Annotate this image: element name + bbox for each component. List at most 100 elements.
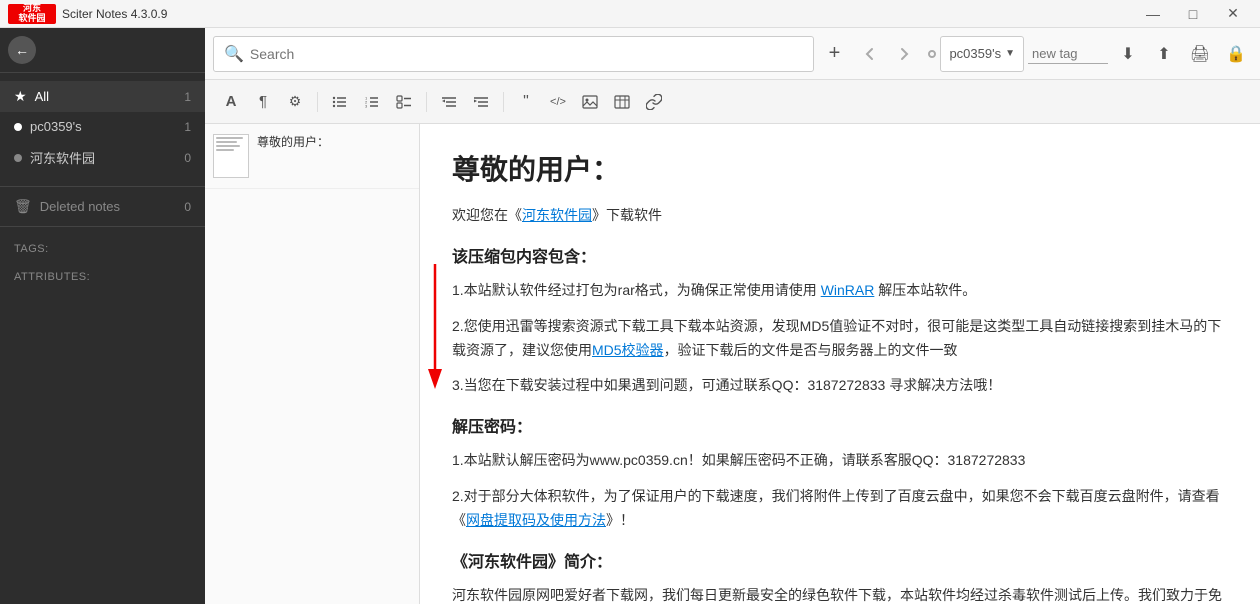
notebook-selector-label: pc0359's	[949, 46, 1001, 61]
notes-list-panel: 尊敬的用户：	[205, 124, 420, 604]
gear-icon: ⚙	[289, 93, 302, 110]
back-button[interactable]: ←	[8, 36, 36, 64]
lock-button[interactable]: 🔒	[1220, 38, 1252, 70]
indent-left-button[interactable]	[435, 88, 463, 116]
nav-forward-icon	[896, 46, 912, 62]
unordered-list-button[interactable]	[326, 88, 354, 116]
dot-white-icon	[14, 123, 22, 131]
nav-buttons	[854, 38, 920, 70]
toolbar-sep-2	[426, 92, 427, 112]
sidebar-header: ←	[0, 28, 205, 73]
hedong-link-1[interactable]: 河东软件园	[522, 207, 592, 223]
sidebar-item-all-left: ★ All	[14, 88, 49, 105]
note-title: 尊敬的用户：	[257, 134, 329, 151]
note-thumbnail	[213, 134, 249, 178]
sidebar-item-pc0359s[interactable]: pc0359's 1	[0, 112, 205, 141]
red-arrow-annotation	[420, 254, 450, 394]
sync-indicator	[928, 50, 936, 58]
section3-title: 《河东软件园》简介：	[452, 549, 1228, 576]
add-note-button[interactable]: +	[818, 38, 850, 70]
attributes-label: Attributes:	[0, 259, 205, 287]
todo-icon	[396, 94, 412, 110]
tags-label: Tags:	[0, 231, 205, 259]
notebook-selector[interactable]: pc0359's ▼	[940, 36, 1024, 72]
search-box[interactable]: 🔍	[213, 36, 814, 72]
toolbar-right-icons: ⬇ ⬆ 🖨 🔒	[1112, 38, 1252, 70]
font-icon: A	[226, 93, 237, 110]
sidebar-item-pc0359s-label: pc0359's	[30, 119, 82, 134]
sync-dot	[928, 50, 936, 58]
app-title: Sciter Notes 4.3.0.9	[62, 7, 167, 21]
thumb-line	[216, 145, 240, 147]
titlebar: 河东软件园 Sciter Notes 4.3.0.9 — □ ✕	[0, 0, 1260, 28]
sidebar-item-all[interactable]: ★ All 1	[0, 81, 205, 112]
ol-icon: 123	[364, 94, 380, 110]
ordered-list-button[interactable]: 123	[358, 88, 386, 116]
pwd2: 2.对于部分大体积软件，为了保证用户的下载速度，我们将附件上传到了百度云盘中，如…	[452, 485, 1228, 533]
md5-link[interactable]: MD5校验器	[592, 342, 664, 358]
thumb-line	[216, 141, 237, 143]
link-button[interactable]	[640, 88, 668, 116]
item3: 3.当您在下载安装过程中如果遇到问题，可通过联系QQ：3187272833 寻求…	[452, 374, 1228, 398]
nav-back-button[interactable]	[854, 38, 886, 70]
tag-input[interactable]	[1028, 44, 1108, 64]
app-container: ← ★ All 1 pc0359's 1	[0, 28, 1260, 604]
table-icon	[614, 94, 630, 110]
editor-intro: 欢迎您在《河东软件园》下载软件	[452, 204, 1228, 228]
add-icon: +	[829, 42, 841, 65]
download-button[interactable]: ⬇	[1112, 38, 1144, 70]
editor-title: 尊敬的用户：	[452, 148, 1228, 188]
download-icon: ⬇	[1121, 44, 1134, 64]
dot-gray-icon	[14, 154, 22, 162]
format-settings-button[interactable]: ⚙	[281, 88, 309, 116]
indent-right-button[interactable]	[467, 88, 495, 116]
blockquote-button[interactable]: "	[512, 88, 540, 116]
sidebar-item-pc0359s-count: 1	[184, 120, 191, 134]
print-button[interactable]: 🖨	[1184, 38, 1216, 70]
winrar-link[interactable]: WinRAR	[821, 282, 875, 298]
panel-split: 尊敬的用户： 尊敬的用户： 欢迎您在《河东软件园》下载软件 该压缩包内容包含： …	[205, 124, 1260, 604]
image-icon	[582, 94, 598, 110]
star-icon: ★	[14, 88, 27, 105]
upload-icon: ⬆	[1157, 44, 1170, 64]
search-input[interactable]	[250, 46, 804, 62]
minimize-button[interactable]: —	[1134, 0, 1172, 28]
item2: 2.您使用迅雷等搜索资源式下载工具下载本站资源，发现MD5值验证不对时，很可能是…	[452, 315, 1228, 363]
table-button[interactable]	[608, 88, 636, 116]
section1-title: 该压缩包内容包含：	[452, 244, 1228, 271]
formatting-toolbar: A ¶ ⚙ 123	[205, 80, 1260, 124]
editor-panel[interactable]: 尊敬的用户： 欢迎您在《河东软件园》下载软件 该压缩包内容包含： 1.本站默认软…	[420, 124, 1260, 604]
font-button[interactable]: A	[217, 88, 245, 116]
sidebar-item-pc0359s-left: pc0359's	[14, 119, 82, 134]
netdisk-link[interactable]: 网盘提取码及使用方法	[466, 512, 606, 528]
sidebar-item-hedong-count: 0	[184, 151, 191, 165]
thumb-line	[216, 149, 234, 151]
upload-button[interactable]: ⬆	[1148, 38, 1180, 70]
image-button[interactable]	[576, 88, 604, 116]
todo-list-button[interactable]	[390, 88, 418, 116]
link-icon	[646, 94, 662, 110]
note-item[interactable]: 尊敬的用户：	[205, 124, 419, 189]
sidebar-deleted-left: 🗑 Deleted notes	[14, 198, 120, 215]
titlebar-left: 河东软件园 Sciter Notes 4.3.0.9	[8, 4, 167, 24]
paragraph-button[interactable]: ¶	[249, 88, 277, 116]
trash-icon: 🗑	[14, 198, 32, 215]
sidebar: ← ★ All 1 pc0359's 1	[0, 28, 205, 604]
nav-forward-button[interactable]	[888, 38, 920, 70]
maximize-button[interactable]: □	[1174, 0, 1212, 28]
ul-icon	[332, 94, 348, 110]
sidebar-item-all-count: 1	[184, 90, 191, 104]
code-icon: </>	[550, 96, 566, 108]
close-button[interactable]: ✕	[1214, 0, 1252, 28]
sidebar-item-hedong[interactable]: 河东软件园 0	[0, 141, 205, 174]
sidebar-item-deleted[interactable]: 🗑 Deleted notes 0	[0, 191, 205, 222]
sidebar-deleted-label: Deleted notes	[40, 199, 120, 214]
search-icon: 🔍	[224, 44, 244, 64]
indent-right-icon	[473, 94, 489, 110]
notebook-chevron-icon: ▼	[1005, 48, 1015, 59]
editor-body: 欢迎您在《河东软件园》下载软件 该压缩包内容包含： 1.本站默认软件经过打包为r…	[452, 204, 1228, 604]
back-icon: ←	[15, 42, 29, 58]
code-button[interactable]: </>	[544, 88, 572, 116]
sidebar-notebooks: ★ All 1 pc0359's 1 河东软件园 0	[0, 73, 205, 182]
print-icon: 🖨	[1190, 44, 1210, 64]
